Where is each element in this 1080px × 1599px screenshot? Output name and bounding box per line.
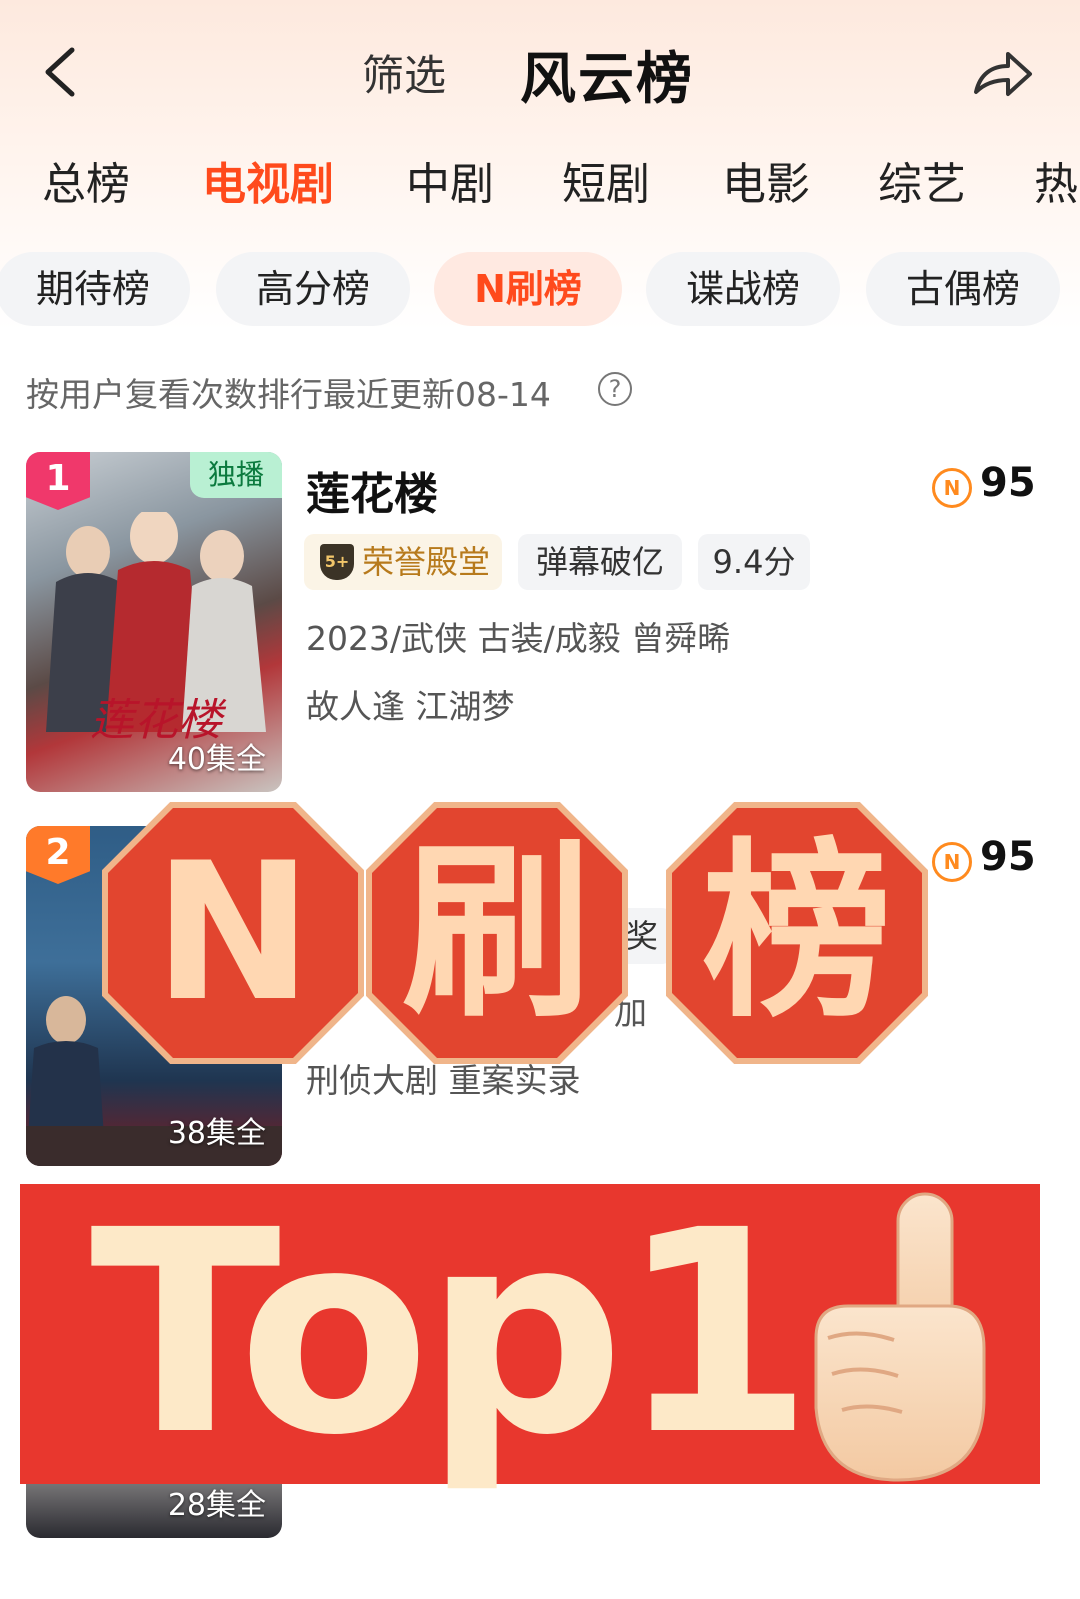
sub-ranking-chips: 期待榜 高分榜 N刷榜 谍战榜 古偶榜 [0,252,1080,326]
rank-badge: 2 [26,826,90,884]
show-title[interactable]: 莲花楼 [306,458,438,522]
rating-tag: 9.4分 [698,534,810,590]
exclusive-badge: 独播 [190,452,282,498]
honor-tag: 5+ 荣誉殿堂 [304,534,502,590]
tab-movie[interactable]: 电影 [722,148,810,212]
tab-hot[interactable]: 热 [1034,148,1078,212]
episode-count: 40集全 [167,742,266,777]
tab-tv-drama[interactable]: 电视剧 [202,148,334,212]
chip-n-rewatch[interactable]: N刷榜 [434,252,622,326]
index-finger-pointing-up-icon [814,1192,986,1482]
chip-ancient-idol[interactable]: 古偶榜 [866,252,1060,326]
filter-button[interactable]: 筛选 [362,42,446,103]
score-value: 95 [980,460,1036,506]
tab-total[interactable]: 总榜 [42,148,130,212]
score-value: 95 [980,834,1036,880]
tab-mid-drama[interactable]: 中剧 [406,148,494,212]
share-icon[interactable] [970,46,1034,102]
top-bar: 筛选 风云榜 [0,0,1080,140]
tab-short-drama[interactable]: 短剧 [562,148,650,212]
n-rewatch-icon: N [932,468,972,508]
ranking-description: 按用户复看次数排行最近更新08-14 [26,375,551,414]
chip-spy-war[interactable]: 谍战榜 [646,252,840,326]
stamp-n: N [102,802,364,1064]
stamp-bang: 榜 [666,802,928,1064]
stamp-shua-text: 刷 [401,822,592,1043]
category-tabs: 总榜 电视剧 中剧 短剧 电影 综艺 热 [0,148,1080,218]
stamp-bang-text: 榜 [701,822,892,1043]
medal-icon: 5+ [320,544,354,580]
show-meta: 2023/武侠 古装/成毅 曾舜晞 [306,619,731,658]
rank-badge: 1 [26,452,90,510]
chip-high-score[interactable]: 高分榜 [216,252,410,326]
chip-anticipated[interactable]: 期待榜 [0,252,190,326]
danmaku-tag: 弹幕破亿 [518,534,682,590]
top1-text: Top1 [90,1171,813,1497]
help-icon[interactable]: ? [598,372,632,406]
show-tagline: 故人逢 江湖梦 [306,687,515,726]
stamp-shua: 刷 [366,802,628,1064]
poster-image[interactable]: 莲花楼 1 独播 40集全 [26,452,282,792]
tab-variety[interactable]: 综艺 [878,148,966,212]
back-icon[interactable] [36,44,86,100]
page-title: 风云榜 [520,47,694,112]
n-rewatch-icon: N [932,842,972,882]
honor-tag-label: 荣誉殿堂 [362,543,491,581]
episode-count: 38集全 [167,1116,266,1151]
stamp-n-text: N [153,822,313,1043]
